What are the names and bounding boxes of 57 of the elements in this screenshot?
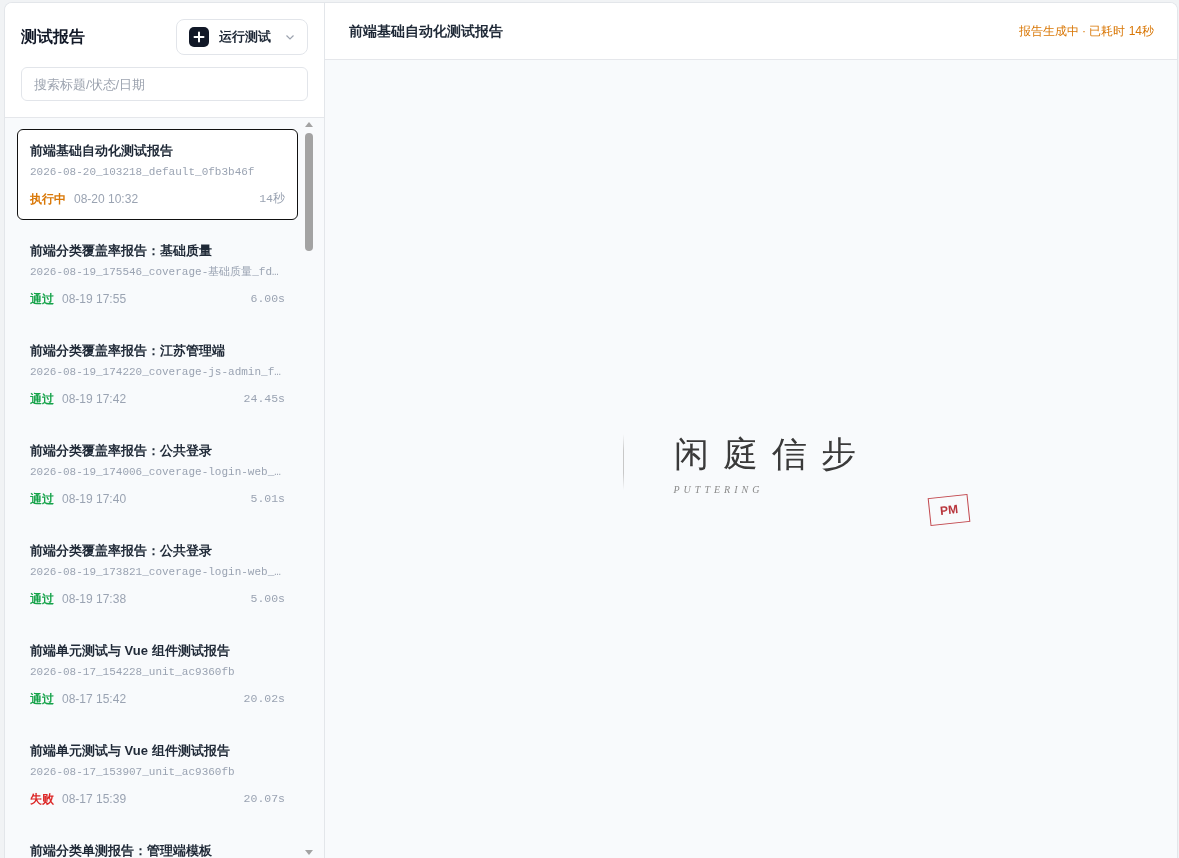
report-id: 2026-08-19_174006_coverage-login-web_… <box>30 465 282 480</box>
logo-subtitle: PUTTERING <box>673 484 765 496</box>
report-id: 2026-08-19_174220_coverage-js-admin_f… <box>30 365 282 380</box>
status-label: 通过 <box>30 491 54 507</box>
report-duration: 14秒 <box>259 191 285 207</box>
status-label: 通过 <box>30 291 54 307</box>
report-id: 2026-08-17_154228_unit_ac9360fb <box>30 665 236 680</box>
report-title: 前端分类覆盖率报告：公共登录 <box>30 442 213 460</box>
report-title: 前端基础自动化测试报告 <box>30 142 174 160</box>
report-id: 2026-08-17_153907_unit_ac9360fb <box>30 765 236 780</box>
status-label: 通过 <box>30 691 54 707</box>
report-heading: 前端基础自动化测试报告 <box>349 21 503 41</box>
report-duration: 5.01s <box>250 491 285 507</box>
report-time: 08-19 17:55 <box>62 291 127 307</box>
report-id: 2026-08-19_173821_coverage-login-web_… <box>30 565 282 580</box>
report-item[interactable]: 前端分类覆盖率报告：公共登录 2026-08-19_174006_coverage-login-web_… 通过 08-19 17:40 5.01s <box>17 429 298 520</box>
status-label: 通过 <box>30 591 54 607</box>
divider-line <box>622 434 624 490</box>
report-item[interactable]: 前端分类覆盖率报告：江苏管理端 2026-08-19_174220_coverage-js-admin_f… 通过 08-19 17:42 24.45s <box>17 329 298 420</box>
status-label: 执行中 <box>30 191 66 207</box>
report-time: 08-17 15:42 <box>62 691 127 707</box>
report-title: 前端单元测试与 Vue 组件测试报告 <box>30 642 231 660</box>
report-title: 前端分类单测报告：管理端模板 <box>30 842 213 858</box>
report-title: 前端分类覆盖率报告：公共登录 <box>30 542 213 560</box>
report-item[interactable]: 前端基础自动化测试报告 2026-08-20_103218_default_0fb3b46f 执行中 08-20 10:32 14秒 <box>17 129 298 220</box>
scroll-up-icon[interactable] <box>305 122 313 127</box>
status-label: 通过 <box>30 391 54 407</box>
scrollbar-thumb[interactable] <box>305 133 313 251</box>
plus-icon <box>189 27 209 47</box>
chevron-down-icon <box>285 32 295 42</box>
report-time: 08-17 15:39 <box>62 791 127 807</box>
report-duration: 5.00s <box>250 591 285 607</box>
report-item[interactable]: 前端分类单测报告：管理端模板 <box>17 829 298 858</box>
report-item[interactable]: 前端单元测试与 Vue 组件测试报告 2026-08-17_154228_unit_ac9360fb 通过 08-17 15:42 20.02s <box>17 629 298 720</box>
report-title: 前端分类覆盖率报告：江苏管理端 <box>30 342 226 360</box>
search-field[interactable]: 搜索标题/状态/日期 <box>21 67 308 101</box>
report-time: 08-20 10:32 <box>74 191 139 207</box>
report-time: 08-19 17:42 <box>62 391 127 407</box>
report-duration: 24.45s <box>243 391 285 407</box>
report-duration: 6.00s <box>250 291 285 307</box>
report-title: 前端单元测试与 Vue 组件测试报告 <box>30 742 231 760</box>
report-item[interactable]: 前端单元测试与 Vue 组件测试报告 2026-08-17_153907_unit_ac9360fb 失败 08-17 15:39 20.07s <box>17 729 298 820</box>
report-id: 2026-08-20_103218_default_0fb3b46f <box>30 165 256 180</box>
report-duration: 20.07s <box>243 791 285 807</box>
report-item[interactable]: 前端分类覆盖率报告：基础质量 2026-08-19_175546_coverage-基础质量_fd… 通过 08-19 17:55 6.00s <box>17 229 298 320</box>
status-label: 失败 <box>30 791 54 807</box>
logo-title: 闲庭信步 <box>673 434 870 474</box>
progress-status: 报告生成中 · 已耗时 14秒 <box>1018 23 1154 40</box>
report-time: 08-19 17:38 <box>62 591 127 607</box>
scroll-down-icon[interactable] <box>305 850 313 855</box>
sidebar-title: 测试报告 <box>21 27 85 47</box>
report-item[interactable]: 前端分类覆盖率报告：公共登录 2026-08-19_173821_coverage-login-web_… 通过 08-19 17:38 5.00s <box>17 529 298 620</box>
report-duration: 20.02s <box>243 691 285 707</box>
report-id: 2026-08-19_175546_coverage-基础质量_fd… <box>30 265 280 280</box>
run-test-button[interactable]: 运行测试 <box>176 19 308 55</box>
report-time: 08-19 17:40 <box>62 491 127 507</box>
report-title: 前端分类覆盖率报告：基础质量 <box>30 242 213 260</box>
